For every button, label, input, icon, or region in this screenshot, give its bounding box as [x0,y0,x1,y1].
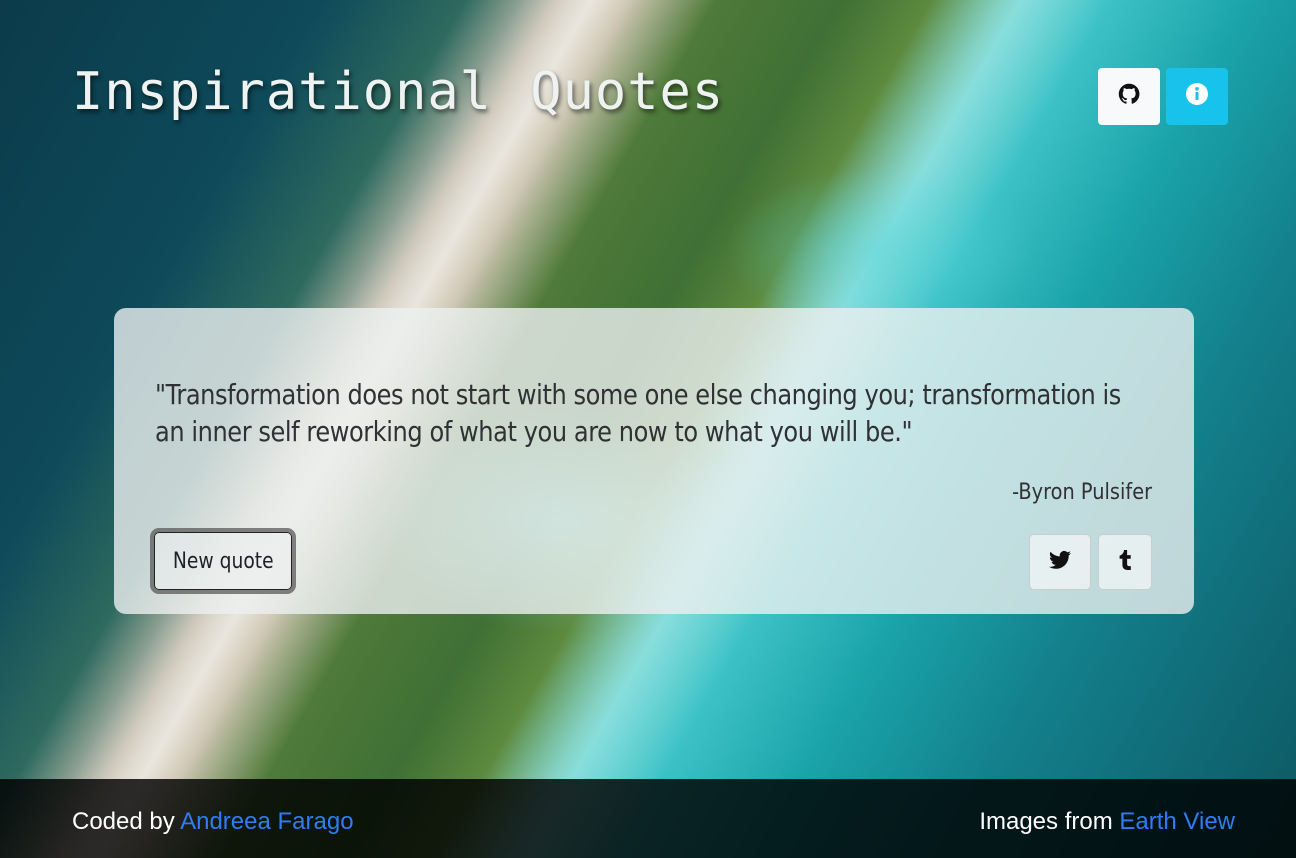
github-icon [1117,82,1141,111]
quote-card: "Transformation does not start with some… [114,308,1194,614]
info-icon [1185,82,1209,111]
new-quote-button[interactable]: New quote [150,528,296,594]
tumblr-icon [1113,548,1137,577]
footer-image-credits: Images from Earth View [979,808,1235,836]
earth-view-link[interactable]: Earth View [1119,808,1235,835]
images-from-text: Images from [979,808,1120,835]
quote-text: "Transformation does not start with some… [155,378,1121,448]
coded-by-text: Coded by [72,808,181,835]
page-title: Inspirational Quotes [72,62,725,122]
new-quote-label: New quote [172,548,274,574]
twitter-icon [1048,548,1072,577]
footer: Coded by Andreea Farago Images from Eart… [0,779,1296,858]
footer-credits: Coded by Andreea Farago [72,808,354,836]
tumblr-share-button[interactable] [1098,534,1152,590]
author-link[interactable]: Andreea Farago [180,808,353,835]
tweet-quote-button[interactable] [1029,534,1091,590]
github-button[interactable] [1098,68,1160,125]
quote-author: -Byron Pulsifer [1012,480,1152,505]
info-button[interactable] [1166,68,1228,125]
